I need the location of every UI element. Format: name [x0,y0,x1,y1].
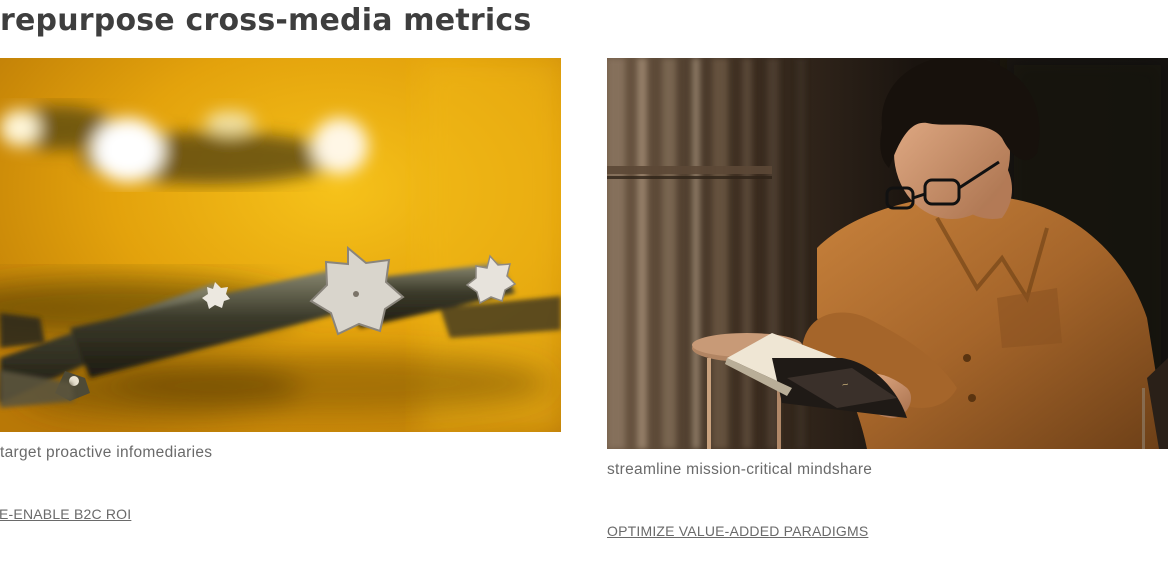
card-link-1[interactable]: E-ENABLE B2C ROI [0,506,131,522]
feature-card-2: ~ streamline mission-critical mindshare … [607,58,1168,558]
card-caption-2: streamline mission-critical mindshare [607,461,873,478]
card-link-2[interactable]: OPTIMIZE VALUE-ADDED PARADIGMS [607,523,868,539]
card-caption-1: target proactive infomediaries [0,444,213,461]
page: repurpose cross-media metrics target pro… [0,0,1168,578]
section-heading: repurpose cross-media metrics [0,3,532,38]
card-image-1 [0,58,561,432]
feature-card-1: target proactive infomediaries E-ENABLE … [0,58,561,538]
card-image-2: ~ [607,58,1168,449]
